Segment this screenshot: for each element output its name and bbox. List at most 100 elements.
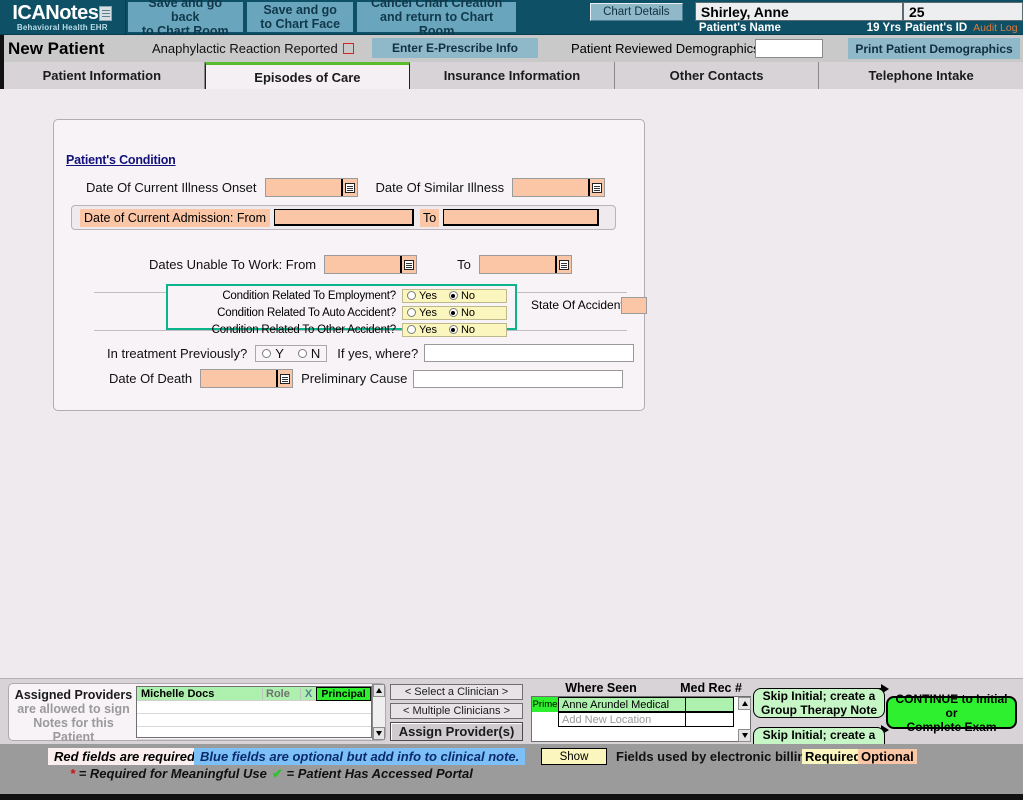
divider-right <box>517 292 627 293</box>
where-seen-headers: Where Seen Med Rec # <box>531 681 751 696</box>
anaphylactic-label: Anaphylactic Reaction Reported <box>152 41 338 56</box>
tab-patient-information[interactable]: Patient Information <box>0 62 205 89</box>
calendar-icon[interactable] <box>341 179 357 196</box>
table-row[interactable]: Prime Anne Arundel Medical X <box>532 697 750 712</box>
scroll-down-icon[interactable] <box>738 729 751 742</box>
calendar-icon[interactable] <box>555 256 571 273</box>
tab-other-contacts[interactable]: Other Contacts <box>615 62 820 89</box>
tab-bar: Patient Information Episodes of Care Ins… <box>0 62 1023 89</box>
legend-blue-fields: Blue fields are optional but add info to… <box>194 748 525 765</box>
patient-name-block: Shirley, Anne Patient's Name 19 Yrs <box>695 0 903 34</box>
radio-in-treatment-yes[interactable] <box>262 349 271 358</box>
state-of-accident-input[interactable] <box>621 297 647 314</box>
add-new-location-input[interactable]: Add New Location <box>558 712 686 727</box>
in-treatment-label: In treatment Previously? <box>107 346 247 361</box>
select-a-clinician-button[interactable]: < Select a Clinician > <box>390 684 523 700</box>
illness-onset-input[interactable] <box>266 179 341 196</box>
skip-initial-group-therapy-button[interactable]: Skip Initial; create aGroup Therapy Note <box>753 688 885 718</box>
radio-other-yes[interactable] <box>407 325 416 334</box>
unable-work-from-datefield[interactable] <box>324 255 417 274</box>
continue-to-initial-exam-button[interactable]: CONTINUE to Initial orComplete Exam <box>886 696 1017 729</box>
preliminary-cause-input[interactable] <box>413 370 623 388</box>
radio-employment-yes[interactable] <box>407 291 416 300</box>
audit-log-link[interactable]: Audit Log <box>973 22 1017 34</box>
date-of-death-datefield[interactable] <box>200 369 293 388</box>
patient-age-label: 19 Yrs <box>867 22 901 34</box>
tab-insurance-information[interactable]: Insurance Information <box>410 62 615 89</box>
provider-empty-row[interactable] <box>137 714 371 727</box>
unable-work-to-label: To <box>457 257 471 272</box>
condition-auto-options[interactable]: Yes No <box>402 306 507 320</box>
tab-episodes-of-care[interactable]: Episodes of Care <box>205 62 411 89</box>
enter-e-prescribe-info-button[interactable]: Enter E-Prescribe Info <box>372 38 538 58</box>
med-rec-input[interactable] <box>686 712 734 727</box>
providers-list[interactable]: Michelle Docs Role X Principal <box>136 686 372 738</box>
provider-principal-badge[interactable]: Principal <box>316 687 371 701</box>
legend-row-2: * = Required for Meaningful Use ✔ = Pati… <box>0 764 1023 784</box>
anaphylactic-checkbox[interactable] <box>343 43 354 54</box>
radio-auto-no[interactable] <box>449 308 458 317</box>
page-title: New Patient <box>0 39 152 59</box>
providers-caption-line3: Notes for this Patient <box>13 716 134 744</box>
similar-illness-input[interactable] <box>513 179 588 196</box>
patient-reviewed-demographics-input[interactable] <box>755 39 823 58</box>
scroll-down-icon[interactable] <box>373 727 385 740</box>
provider-empty-row[interactable] <box>137 701 371 714</box>
unable-work-to-input[interactable] <box>480 256 555 273</box>
admission-from-input[interactable] <box>274 209 414 226</box>
date-of-death-row: Date Of Death Preliminary Cause <box>109 369 699 388</box>
condition-related-box: Condition Related To Employment? Yes No … <box>166 284 517 330</box>
divider-left <box>94 292 166 293</box>
if-yes-where-input[interactable] <box>424 344 634 362</box>
tab-telephone-intake[interactable]: Telephone Intake <box>819 62 1023 89</box>
condition-employment-options[interactable]: Yes No <box>402 289 507 303</box>
patient-id-field[interactable]: 25 <box>903 2 1023 21</box>
form-canvas: Patient's Condition Date Of Current Illn… <box>0 89 1023 678</box>
provider-delete-icon[interactable]: X <box>300 688 316 700</box>
provider-empty-row[interactable] <box>137 727 371 740</box>
scroll-up-icon[interactable] <box>373 684 385 697</box>
unable-work-from-input[interactable] <box>325 256 400 273</box>
legend-billing-text: Fields used by electronic billing <box>616 749 813 764</box>
show-button[interactable]: Show <box>541 748 607 765</box>
in-treatment-options[interactable]: Y N <box>255 345 327 362</box>
logo-text: ICANotes <box>12 3 112 23</box>
where-seen-scrollbar[interactable] <box>738 697 751 742</box>
assign-providers-button[interactable]: Assign Provider(s) <box>390 722 523 741</box>
secondary-toolbar: New Patient Anaphylactic Reaction Report… <box>0 35 1023 62</box>
table-row[interactable]: Add New Location <box>532 712 750 727</box>
patient-reviewed-demographics-label: Patient Reviewed Demographics <box>571 41 760 56</box>
anaphylactic-reaction-row: Anaphylactic Reaction Reported <box>152 41 354 56</box>
scroll-up-icon[interactable] <box>738 697 751 710</box>
unable-work-to-datefield[interactable] <box>479 255 572 274</box>
radio-employment-no[interactable] <box>449 291 458 300</box>
if-yes-where-label: If yes, where? <box>337 346 418 361</box>
table-empty-row[interactable] <box>532 727 750 741</box>
calendar-icon[interactable] <box>588 179 604 196</box>
print-patient-demographics-button[interactable]: Print Patient Demographics <box>848 38 1020 59</box>
providers-scrollbar[interactable] <box>372 684 385 740</box>
illness-onset-datefield[interactable] <box>265 178 358 197</box>
condition-other-label: Condition Related To Other Accident? <box>168 324 402 336</box>
condition-other-options[interactable]: Yes No <box>402 323 507 337</box>
radio-auto-yes[interactable] <box>407 308 416 317</box>
med-rec-input[interactable] <box>686 697 734 712</box>
similar-illness-datefield[interactable] <box>512 178 605 197</box>
save-and-go-to-chart-face-button[interactable]: Save and goto Chart Face <box>246 1 355 33</box>
location-name[interactable]: Anne Arundel Medical <box>558 697 686 712</box>
calendar-icon[interactable] <box>400 256 416 273</box>
assigned-providers-frame: Assigned Providers are allowed to sign N… <box>8 683 386 741</box>
admission-to-input[interactable] <box>443 209 599 226</box>
provider-row[interactable]: Michelle Docs Role X Principal <box>137 687 371 701</box>
date-of-death-input[interactable] <box>201 370 276 387</box>
cancel-chart-creation-button[interactable]: Cancel Chart Creationand return to Chart… <box>356 1 516 33</box>
radio-in-treatment-no[interactable] <box>298 349 307 358</box>
save-and-go-back-to-chart-room-button[interactable]: Save and go backto Chart Room <box>127 1 244 33</box>
calendar-icon[interactable] <box>276 370 292 387</box>
chart-details-button[interactable]: Chart Details <box>590 3 682 21</box>
check-icon: ✔ <box>272 766 283 781</box>
patient-name-field[interactable]: Shirley, Anne <box>695 2 903 21</box>
multiple-clinicians-button[interactable]: < Multiple Clinicians > <box>390 703 523 719</box>
chart-details-container: Chart Details <box>578 0 695 34</box>
radio-other-no[interactable] <box>449 325 458 334</box>
